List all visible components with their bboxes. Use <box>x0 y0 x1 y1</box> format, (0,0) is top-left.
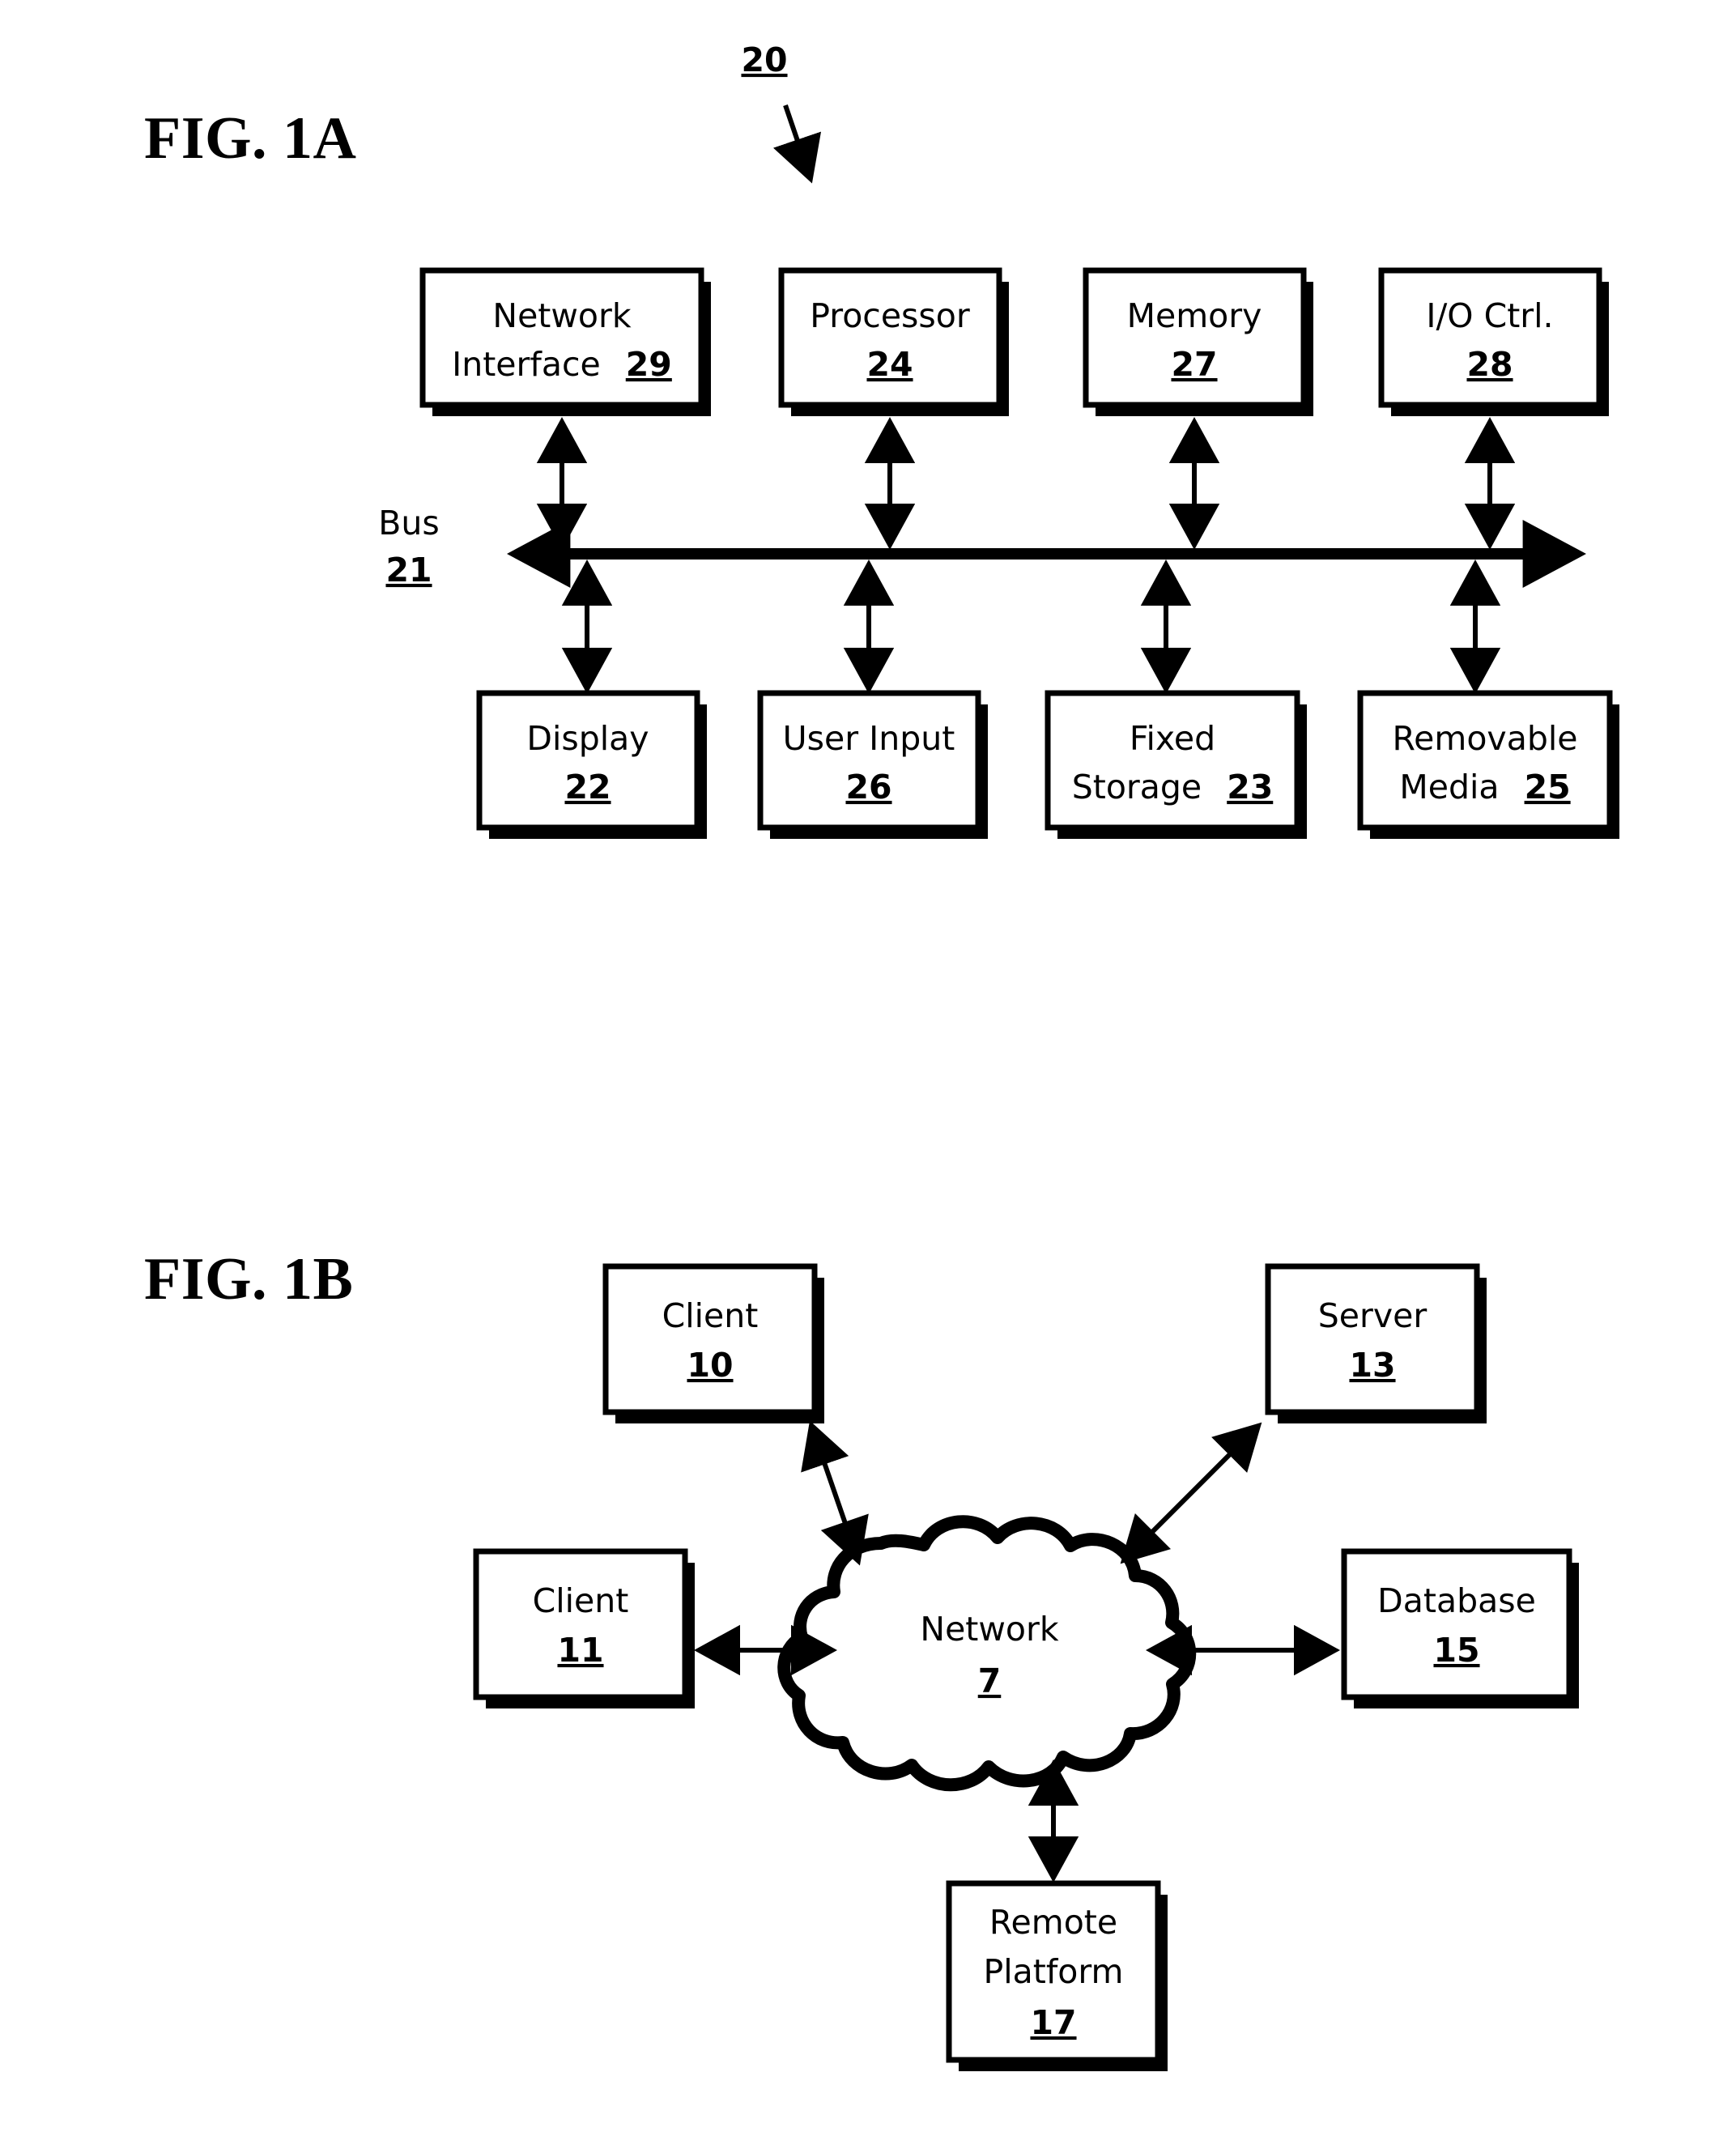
box-display-ref: 22 <box>564 768 611 806</box>
box-io-controller-line1: I/O Ctrl. <box>1426 296 1553 335</box>
box-processor: Processor 24 <box>778 267 1009 416</box>
box-io-controller: I/O Ctrl. 28 <box>1378 267 1609 416</box>
patent-figure-sheet: FIG. 1A 20 Network Interface 29 Processo… <box>0 0 1736 2136</box>
box-removable-media-line2-wrap: Media 25 <box>1399 768 1570 806</box>
box-database-15-ref: 15 <box>1433 1631 1479 1670</box>
box-memory: Memory 27 <box>1083 267 1313 416</box>
bus-line-group: Bus 21 <box>378 504 1587 589</box>
box-user-input-ref: 26 <box>845 768 891 806</box>
box-user-input: User Input 26 <box>757 690 988 839</box>
box-processor-ref: 24 <box>866 345 913 384</box>
box-server-13-line1: Server <box>1318 1296 1428 1335</box>
callout-20-leader <box>772 104 822 184</box>
box-client-10-ref: 10 <box>687 1346 733 1385</box>
connector-cloud-server-13 <box>1120 1422 1262 1564</box>
bus-ref: 21 <box>385 551 432 589</box>
box-removable-media-ref: 25 <box>1525 768 1571 806</box>
bus-label: Bus <box>378 504 439 543</box>
box-display-line1: Display <box>526 719 649 758</box>
box-server-13: Server 13 <box>1265 1263 1487 1423</box>
fig-1b-group: FIG. 1B Client 10 Server 13 Client 11 Da… <box>144 1246 1579 2071</box>
box-server-13-ref: 13 <box>1349 1346 1395 1385</box>
box-remote-platform-17-ref: 17 <box>1030 2003 1076 2042</box>
box-client-11-ref: 11 <box>557 1631 603 1670</box>
cloud-ref: 7 <box>978 1662 1002 1700</box>
box-remote-platform-17: Remote Platform 17 <box>946 1880 1168 2071</box>
box-fixed-storage-line1: Fixed <box>1130 719 1215 758</box>
box-memory-line1: Memory <box>1127 296 1262 335</box>
cloud-label: Network <box>920 1610 1058 1649</box>
box-database-15-line1: Database <box>1377 1581 1536 1620</box>
box-fixed-storage: Fixed Storage 23 <box>1045 690 1307 839</box>
box-removable-media: Removable Media 25 <box>1357 690 1619 839</box>
connector-cloud-client-10 <box>801 1420 869 1566</box>
box-fixed-storage-line2: Storage <box>1072 768 1202 806</box>
fig-1a-title: FIG. 1A <box>144 105 357 172</box>
box-network-interface: Network Interface 29 <box>419 267 711 416</box>
box-memory-ref: 27 <box>1171 345 1217 384</box>
box-io-controller-ref: 28 <box>1466 345 1513 384</box>
box-remote-platform-17-line1: Remote <box>989 1903 1117 1942</box>
box-display: Display 22 <box>476 690 707 839</box>
box-user-input-line1: User Input <box>783 719 955 758</box>
box-processor-line1: Processor <box>810 296 970 335</box>
box-removable-media-line1: Removable <box>1393 719 1578 758</box>
callout-20-label: 20 <box>741 40 787 79</box>
box-network-interface-line2: Interface <box>452 345 601 384</box>
box-client-10: Client 10 <box>602 1263 824 1423</box>
box-fixed-storage-line2-wrap: Storage 23 <box>1072 768 1274 806</box>
box-fixed-storage-ref: 23 <box>1227 768 1273 806</box>
box-client-11: Client 11 <box>473 1548 695 1708</box>
box-network-interface-ref: 29 <box>626 345 672 384</box>
box-database-15: Database 15 <box>1341 1548 1579 1708</box>
box-removable-media-line2: Media <box>1399 768 1499 806</box>
fig-1a-group: FIG. 1A 20 Network Interface 29 Processo… <box>144 40 1619 839</box>
box-network-interface-line1: Network <box>492 296 631 335</box>
box-network-interface-line2-wrap: Interface 29 <box>452 345 672 384</box>
figure-canvas: FIG. 1A 20 Network Interface 29 Processo… <box>144 40 1619 2071</box>
network-cloud: Network 7 <box>777 1515 1197 1792</box>
cloud-shape <box>777 1515 1197 1792</box>
box-client-11-line1: Client <box>533 1581 629 1620</box>
box-remote-platform-17-line2: Platform <box>984 1952 1124 1991</box>
box-client-10-line1: Client <box>662 1296 759 1335</box>
fig-1b-title: FIG. 1B <box>144 1246 353 1313</box>
callout-20: 20 <box>741 40 822 184</box>
